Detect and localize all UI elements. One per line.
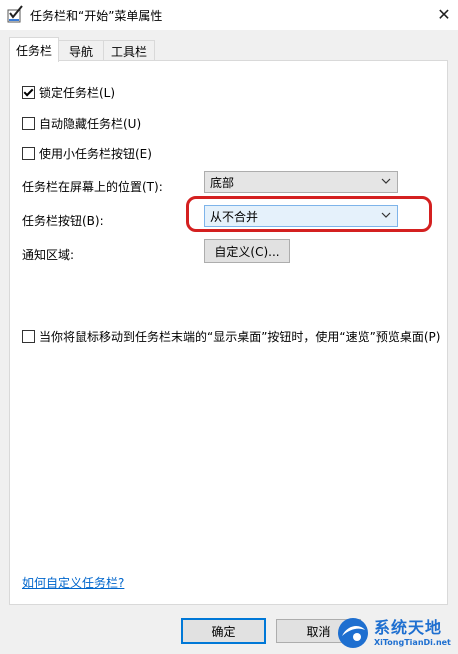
tab-taskbar[interactable]: 任务栏 <box>9 37 59 62</box>
tab-toolbars[interactable]: 工具栏 <box>103 40 155 61</box>
button-label: 取消 <box>306 624 331 639</box>
tab-label: 导航 <box>68 44 93 59</box>
taskbar-properties-icon <box>7 5 24 24</box>
location-value: 底部 <box>210 175 235 190</box>
site-watermark: 系统天地 XiTongTianDi.net <box>336 612 458 654</box>
window-title: 任务栏和“开始”菜单属性 <box>30 9 163 23</box>
red-highlight-circle <box>186 196 432 232</box>
location-label: 任务栏在屏幕上的位置(T): <box>22 180 163 194</box>
tab-label: 工具栏 <box>110 44 147 59</box>
button-label: 确定 <box>211 624 236 639</box>
title-bar: 任务栏和“开始”菜单属性 ✕ <box>0 0 458 30</box>
taskbar-buttons-label: 任务栏按钮(B): <box>22 214 104 228</box>
peek-checkbox[interactable]: 当你将鼠标移动到任务栏末端的“显示桌面”按钮时，使用“速览”预览桌面(P) <box>22 328 440 345</box>
watermark-sub: XiTongTianDi.net <box>374 637 451 647</box>
lock-taskbar-checkbox[interactable]: 锁定任务栏(L) <box>22 84 115 101</box>
watermark-text: 系统天地 XiTongTianDi.net <box>374 617 451 647</box>
close-button[interactable]: ✕ <box>432 2 456 26</box>
ok-button[interactable]: 确定 <box>181 618 266 644</box>
tab-navigation[interactable]: 导航 <box>57 40 105 61</box>
watermark-main: 系统天地 <box>374 617 443 637</box>
checkbox-label: 锁定任务栏(L) <box>39 86 116 100</box>
checkbox-box[interactable] <box>22 147 35 160</box>
watermark-logo-icon <box>336 616 370 650</box>
checkbox-box[interactable] <box>22 117 35 130</box>
notification-area-label: 通知区域: <box>22 248 75 262</box>
checkbox-label: 使用小任务栏按钮(E) <box>39 147 152 161</box>
help-link[interactable]: 如何自定义任务栏? <box>22 574 124 591</box>
location-dropdown[interactable]: 底部 <box>204 171 398 193</box>
small-buttons-checkbox[interactable]: 使用小任务栏按钮(E) <box>22 145 152 162</box>
customize-button[interactable]: 自定义(C)... <box>204 239 290 263</box>
chevron-down-icon <box>381 176 391 186</box>
checkbox-box[interactable] <box>22 330 35 343</box>
checkbox-box[interactable] <box>22 86 35 99</box>
tab-label: 任务栏 <box>15 43 52 58</box>
checkbox-label: 自动隐藏任务栏(U) <box>39 117 142 131</box>
button-label: 自定义(C)... <box>214 244 280 259</box>
autohide-taskbar-checkbox[interactable]: 自动隐藏任务栏(U) <box>22 115 141 132</box>
checkbox-label: 当你将鼠标移动到任务栏末端的“显示桌面”按钮时，使用“速览”预览桌面(P) <box>39 330 441 344</box>
